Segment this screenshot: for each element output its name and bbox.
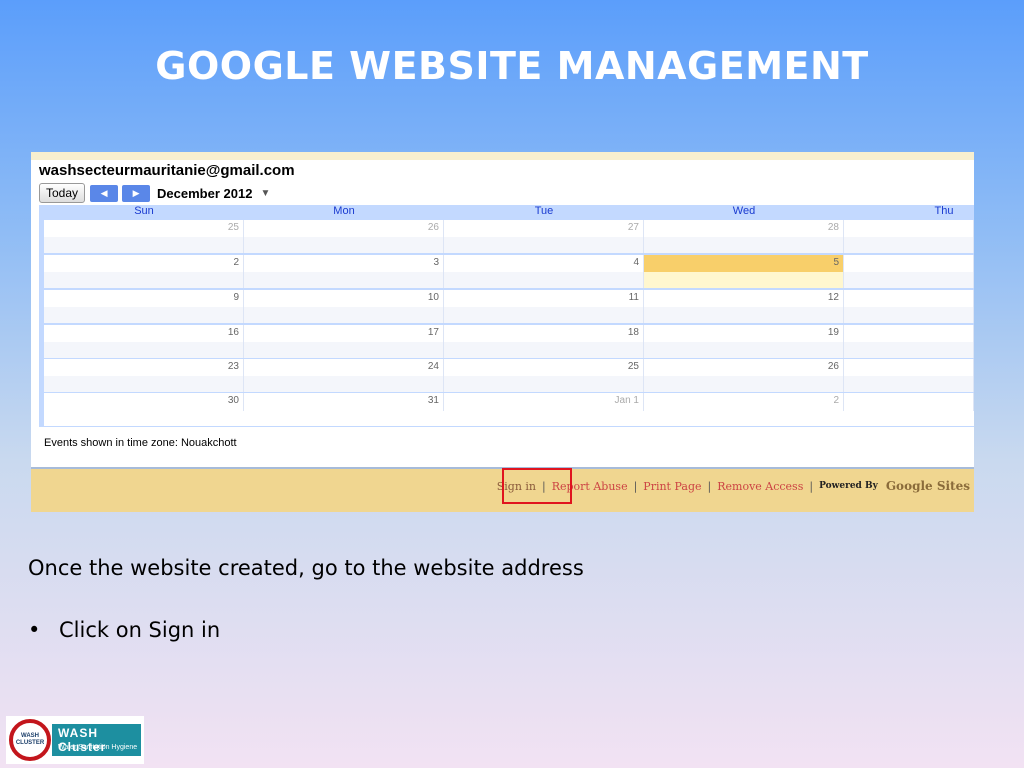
prev-month-button[interactable]: ◀: [90, 184, 119, 202]
bullet-item: • Click on Sign in: [28, 618, 220, 642]
timezone-label: Events shown in time zone: Nouakchott: [44, 437, 237, 449]
day-cell[interactable]: 12: [644, 290, 844, 323]
day-cell[interactable]: [844, 359, 974, 392]
wash-cluster-logo: WASH CLUSTER WASH Cluster Water Sanitati…: [6, 716, 144, 764]
day-header-thu: Thu: [934, 205, 954, 217]
chevron-right-icon: ▶: [132, 187, 140, 198]
instruction-text: Once the website created, go to the webs…: [28, 556, 584, 580]
day-cell[interactable]: 9: [44, 290, 244, 323]
day-cell[interactable]: 30: [44, 393, 244, 411]
day-number: 24: [427, 361, 439, 372]
day-number: 9: [233, 292, 239, 303]
day-header-tue: Tue: [534, 205, 554, 217]
day-number: 28: [827, 222, 839, 233]
remove-access-link[interactable]: Remove Access: [717, 480, 803, 493]
day-header-wed: Wed: [732, 205, 756, 217]
top-strip: [31, 152, 974, 160]
day-cell[interactable]: [844, 220, 974, 253]
day-number: 2: [833, 395, 839, 406]
day-cell[interactable]: [844, 393, 974, 411]
calendar-grid: Sun Mon Tue Wed Thu 25 26 27 28 2 3 4 5 …: [39, 205, 974, 427]
day-number: 11: [628, 292, 639, 303]
day-cell[interactable]: 25: [444, 359, 644, 392]
week-row: 23 24 25 26: [44, 359, 974, 392]
month-label: December 2012: [157, 185, 253, 201]
bullet-icon: •: [28, 618, 41, 642]
day-cell[interactable]: 2: [644, 393, 844, 411]
powered-by-label: Powered By: [819, 481, 878, 491]
day-header-sun: Sun: [134, 205, 154, 217]
day-header-mon: Mon: [333, 205, 355, 217]
today-event-area[interactable]: [644, 272, 844, 288]
day-cell[interactable]: 11: [444, 290, 644, 323]
day-cell[interactable]: 19: [644, 325, 844, 358]
week-row: 16 17 18 19: [44, 325, 974, 358]
chevron-left-icon: ◀: [100, 187, 108, 198]
day-number: 12: [827, 292, 839, 303]
day-cell[interactable]: Jan 1: [444, 393, 644, 411]
next-month-button[interactable]: ▶: [122, 184, 151, 202]
week-row: 30 31 Jan 1 2: [44, 393, 974, 426]
footer-separator: |: [633, 479, 638, 493]
day-cell[interactable]: [844, 290, 974, 323]
footer-separator: |: [809, 479, 814, 493]
calendar-screenshot: washsecteurmauritanie@gmail.com Today ◀ …: [31, 152, 974, 512]
day-cell[interactable]: [844, 325, 974, 358]
bullet-text: Click on Sign in: [59, 618, 221, 642]
caret-down-icon[interactable]: ▼: [260, 188, 270, 199]
day-number: 27: [627, 222, 639, 233]
day-cell[interactable]: 25: [44, 220, 244, 253]
day-cell[interactable]: 26: [644, 359, 844, 392]
day-number: Jan 1: [614, 395, 639, 406]
day-number: 26: [427, 222, 439, 233]
day-cell[interactable]: 26: [244, 220, 444, 253]
day-cell-today[interactable]: 5: [644, 255, 844, 272]
day-cell[interactable]: [844, 255, 974, 288]
week-row: 9 10 11 12: [44, 290, 974, 323]
day-number: 16: [227, 327, 239, 338]
day-number: 31: [427, 395, 439, 406]
day-number: 18: [627, 327, 639, 338]
calendar-owner-email: washsecteurmauritanie@gmail.com: [39, 162, 295, 179]
logo-subtitle: Water Sanitation Hygiene: [58, 744, 138, 751]
week-row: 25 26 27 28: [44, 220, 974, 253]
logo-band: WASH Cluster Water Sanitation Hygiene: [52, 724, 141, 756]
day-number: 5: [833, 257, 839, 268]
day-cell[interactable]: 23: [44, 359, 244, 392]
day-number: 26: [827, 361, 839, 372]
day-number: 30: [227, 395, 239, 406]
day-number: 2: [233, 257, 239, 268]
day-number: 3: [433, 257, 439, 268]
day-number: 25: [227, 222, 239, 233]
day-cell[interactable]: 3: [244, 255, 444, 288]
day-cell[interactable]: 24: [244, 359, 444, 392]
wash-cluster-badge-icon: WASH CLUSTER: [9, 719, 51, 761]
day-cell[interactable]: 31: [244, 393, 444, 411]
day-number: 23: [227, 361, 239, 372]
print-page-link[interactable]: Print Page: [643, 480, 701, 493]
day-cell[interactable]: 28: [644, 220, 844, 253]
day-number: 10: [427, 292, 439, 303]
slide-title: GOOGLE WEBSITE MANAGEMENT: [155, 44, 869, 88]
calendar-toolbar: Today ◀ ▶ December 2012 ▼: [39, 183, 270, 203]
day-cell[interactable]: 10: [244, 290, 444, 323]
day-cell[interactable]: 16: [44, 325, 244, 358]
day-number: 25: [627, 361, 639, 372]
day-cell[interactable]: 2: [44, 255, 244, 288]
day-cell[interactable]: 27: [444, 220, 644, 253]
week-row: 2 3 4 5: [44, 255, 974, 288]
day-cell[interactable]: 17: [244, 325, 444, 358]
day-number: 19: [827, 327, 839, 338]
footer-separator: |: [707, 479, 712, 493]
day-cell[interactable]: 4: [444, 255, 644, 288]
day-number: 17: [427, 327, 439, 338]
google-sites-link[interactable]: Google Sites: [886, 479, 970, 493]
day-cell[interactable]: 18: [444, 325, 644, 358]
today-button[interactable]: Today: [39, 183, 86, 203]
day-number: 4: [633, 257, 639, 268]
sign-in-highlight-box: [502, 468, 572, 504]
